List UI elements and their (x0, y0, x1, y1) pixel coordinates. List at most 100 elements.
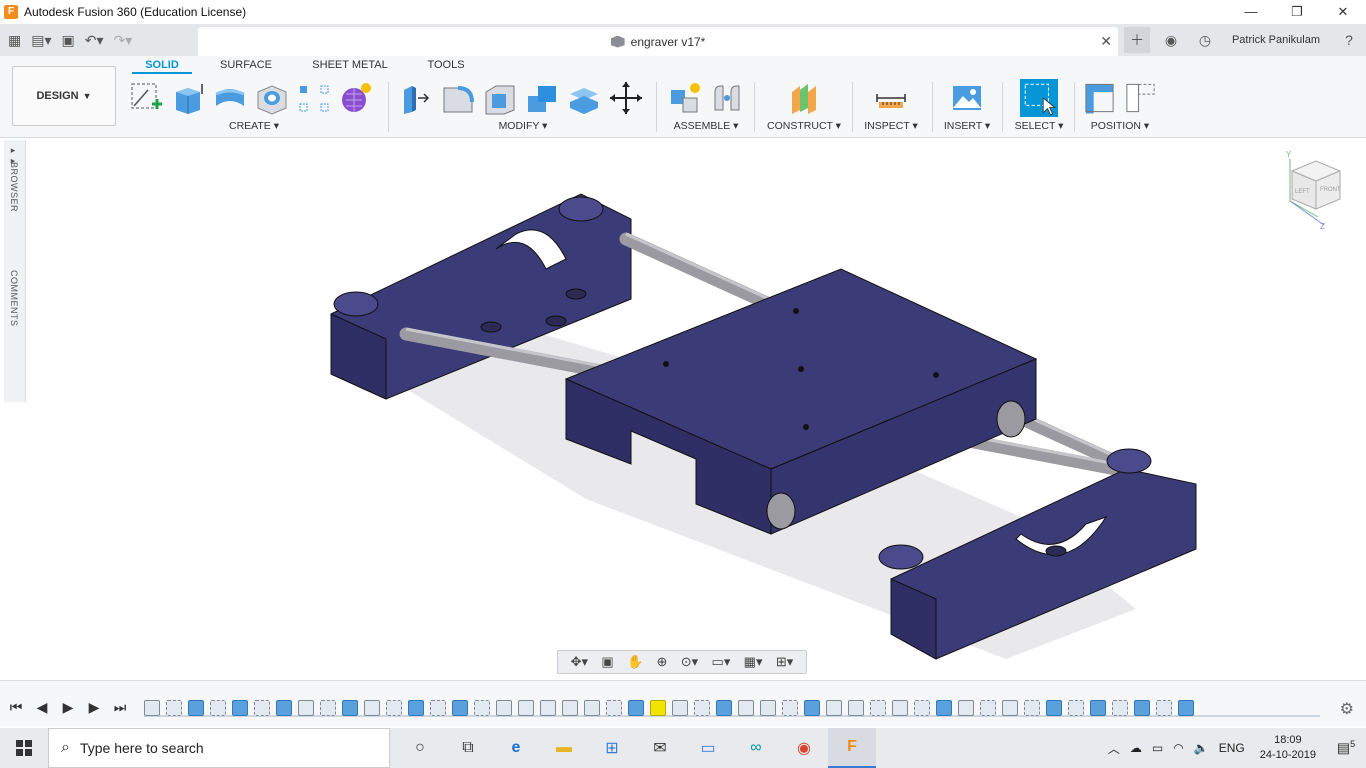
timeline-extrude[interactable] (1178, 700, 1194, 716)
timeline-extrude[interactable] (408, 700, 424, 716)
timeline-sketch[interactable] (166, 700, 182, 716)
timeline-feature[interactable] (672, 700, 688, 716)
tab-surface[interactable]: SURFACE (218, 58, 274, 72)
create-form-icon[interactable] (338, 80, 374, 116)
minimize-button[interactable]: — (1228, 0, 1274, 24)
timeline-feature[interactable] (364, 700, 380, 716)
viewports-icon[interactable]: ⊞▾ (776, 654, 793, 670)
press-pull-icon[interactable] (398, 80, 434, 116)
step-back-icon[interactable]: ◀ (34, 699, 50, 716)
store-icon[interactable]: ⊞ (588, 728, 636, 768)
timeline-feature[interactable] (298, 700, 314, 716)
tab-tools[interactable]: TOOLS (424, 58, 468, 72)
timeline-sketch[interactable] (254, 700, 270, 716)
new-tab-plus-icon[interactable]: ＋ (1123, 27, 1150, 53)
zoom-window-icon[interactable]: ⊙▾ (681, 654, 698, 670)
action-center-icon[interactable]: ▤5 (1326, 739, 1366, 757)
volume-icon[interactable]: 🔈 (1194, 741, 1209, 755)
timeline-extrude[interactable] (188, 700, 204, 716)
start-button[interactable] (0, 728, 48, 768)
computer-icon[interactable]: ▭ (684, 728, 732, 768)
timeline-sketch[interactable] (1068, 700, 1084, 716)
close-button[interactable]: ✕ (1320, 0, 1366, 24)
go-to-end-icon[interactable]: ⏭ (112, 699, 128, 716)
arduino-icon[interactable]: ∞ (732, 728, 780, 768)
select-icon[interactable] (1020, 79, 1058, 117)
file-explorer-icon[interactable]: ▬ (540, 728, 588, 768)
viewcube-left-face[interactable]: LEFT (1295, 189, 1310, 195)
move-copy-icon[interactable] (608, 80, 644, 116)
timeline-settings-gear-icon[interactable]: ⚙ (1340, 699, 1354, 719)
timeline-extrude[interactable] (1046, 700, 1062, 716)
pattern-icon[interactable] (296, 80, 332, 116)
timeline-extrude[interactable] (452, 700, 468, 716)
timeline-feature[interactable] (1002, 700, 1018, 716)
combine-icon[interactable] (524, 80, 560, 116)
tab-solid[interactable]: SOLID (132, 58, 192, 74)
timeline-extrude[interactable] (342, 700, 358, 716)
timeline-extrude[interactable] (804, 700, 820, 716)
create-sketch-icon[interactable] (128, 80, 164, 116)
battery-icon[interactable]: ▭ (1152, 741, 1163, 755)
timeline-feature[interactable] (562, 700, 578, 716)
timeline-sketch[interactable] (474, 700, 490, 716)
timeline-feature[interactable] (540, 700, 556, 716)
timeline-sketch[interactable] (1024, 700, 1040, 716)
chrome-icon[interactable]: ◉ (780, 728, 828, 768)
joint-icon[interactable] (709, 80, 745, 116)
cortana-icon[interactable]: ○ (396, 728, 444, 768)
timeline-sketch[interactable] (782, 700, 798, 716)
help-icon[interactable]: ? (1336, 27, 1362, 53)
measure-icon[interactable] (873, 80, 909, 116)
timeline-sketch[interactable] (870, 700, 886, 716)
timeline-feature[interactable] (958, 700, 974, 716)
job-status-clock-icon[interactable]: ◷ (1192, 27, 1218, 53)
timeline-feature[interactable] (584, 700, 600, 716)
play-icon[interactable]: ▶ (60, 699, 76, 716)
display-settings-icon[interactable]: ▭▾ (712, 654, 731, 670)
file-menu-icon[interactable]: ▤▾ (31, 32, 51, 49)
maximize-button[interactable]: ❐ (1274, 0, 1320, 24)
timeline-feature-highlighted[interactable] (650, 700, 666, 716)
capture-position-icon[interactable] (1082, 80, 1117, 116)
document-tab[interactable]: engraver v17* ✕ (198, 27, 1118, 56)
orbit-icon[interactable]: ✥▾ (571, 654, 588, 670)
close-tab-icon[interactable]: ✕ (1100, 33, 1112, 50)
timeline-sketch[interactable] (386, 700, 402, 716)
tab-sheet-metal[interactable]: SHEET METAL (312, 58, 388, 72)
timeline-feature[interactable] (518, 700, 534, 716)
canvas-viewport[interactable]: Y Z LEFT FRONT (26, 139, 1366, 677)
timeline-extrude[interactable] (716, 700, 732, 716)
go-to-start-icon[interactable]: ⏮ (8, 699, 24, 716)
timeline-extrude[interactable] (276, 700, 292, 716)
revert-position-icon[interactable] (1123, 80, 1158, 116)
browser-panel-tab[interactable]: BROWSER (9, 162, 19, 212)
taskbar-search-box[interactable]: ⌕ Type here to search (48, 728, 390, 768)
timeline-feature[interactable] (496, 700, 512, 716)
timeline-extrude[interactable] (232, 700, 248, 716)
show-hidden-icons-chevron-icon[interactable]: ︿ (1108, 740, 1120, 757)
input-language[interactable]: ENG (1219, 741, 1245, 755)
timeline-sketch[interactable] (210, 700, 226, 716)
timeline-sketch[interactable] (980, 700, 996, 716)
timeline-extrude[interactable] (1134, 700, 1150, 716)
timeline-extrude[interactable] (936, 700, 952, 716)
timeline-feature[interactable] (848, 700, 864, 716)
timeline-sketch[interactable] (1112, 700, 1128, 716)
timeline-feature[interactable] (144, 700, 160, 716)
undo-icon[interactable]: ↶▾ (85, 32, 104, 49)
data-panel-grid-icon[interactable]: ▦ (8, 32, 21, 49)
comments-panel-tab[interactable]: COMMENTS (9, 270, 19, 327)
workspace-switcher-button[interactable]: DESIGN ▼ (12, 66, 116, 126)
hole-icon[interactable] (254, 80, 290, 116)
onedrive-cloud-icon[interactable]: ☁ (1130, 741, 1142, 755)
timeline-extrude[interactable] (628, 700, 644, 716)
timeline-sketch[interactable] (320, 700, 336, 716)
timeline-feature[interactable] (760, 700, 776, 716)
timeline-sketch[interactable] (1156, 700, 1172, 716)
timeline-sketch[interactable] (430, 700, 446, 716)
view-cube[interactable]: Y Z LEFT FRONT (1284, 150, 1348, 234)
timeline-feature[interactable] (738, 700, 754, 716)
task-view-icon[interactable]: ⧉ (444, 728, 492, 768)
redo-icon[interactable]: ↷▾ (114, 32, 133, 49)
